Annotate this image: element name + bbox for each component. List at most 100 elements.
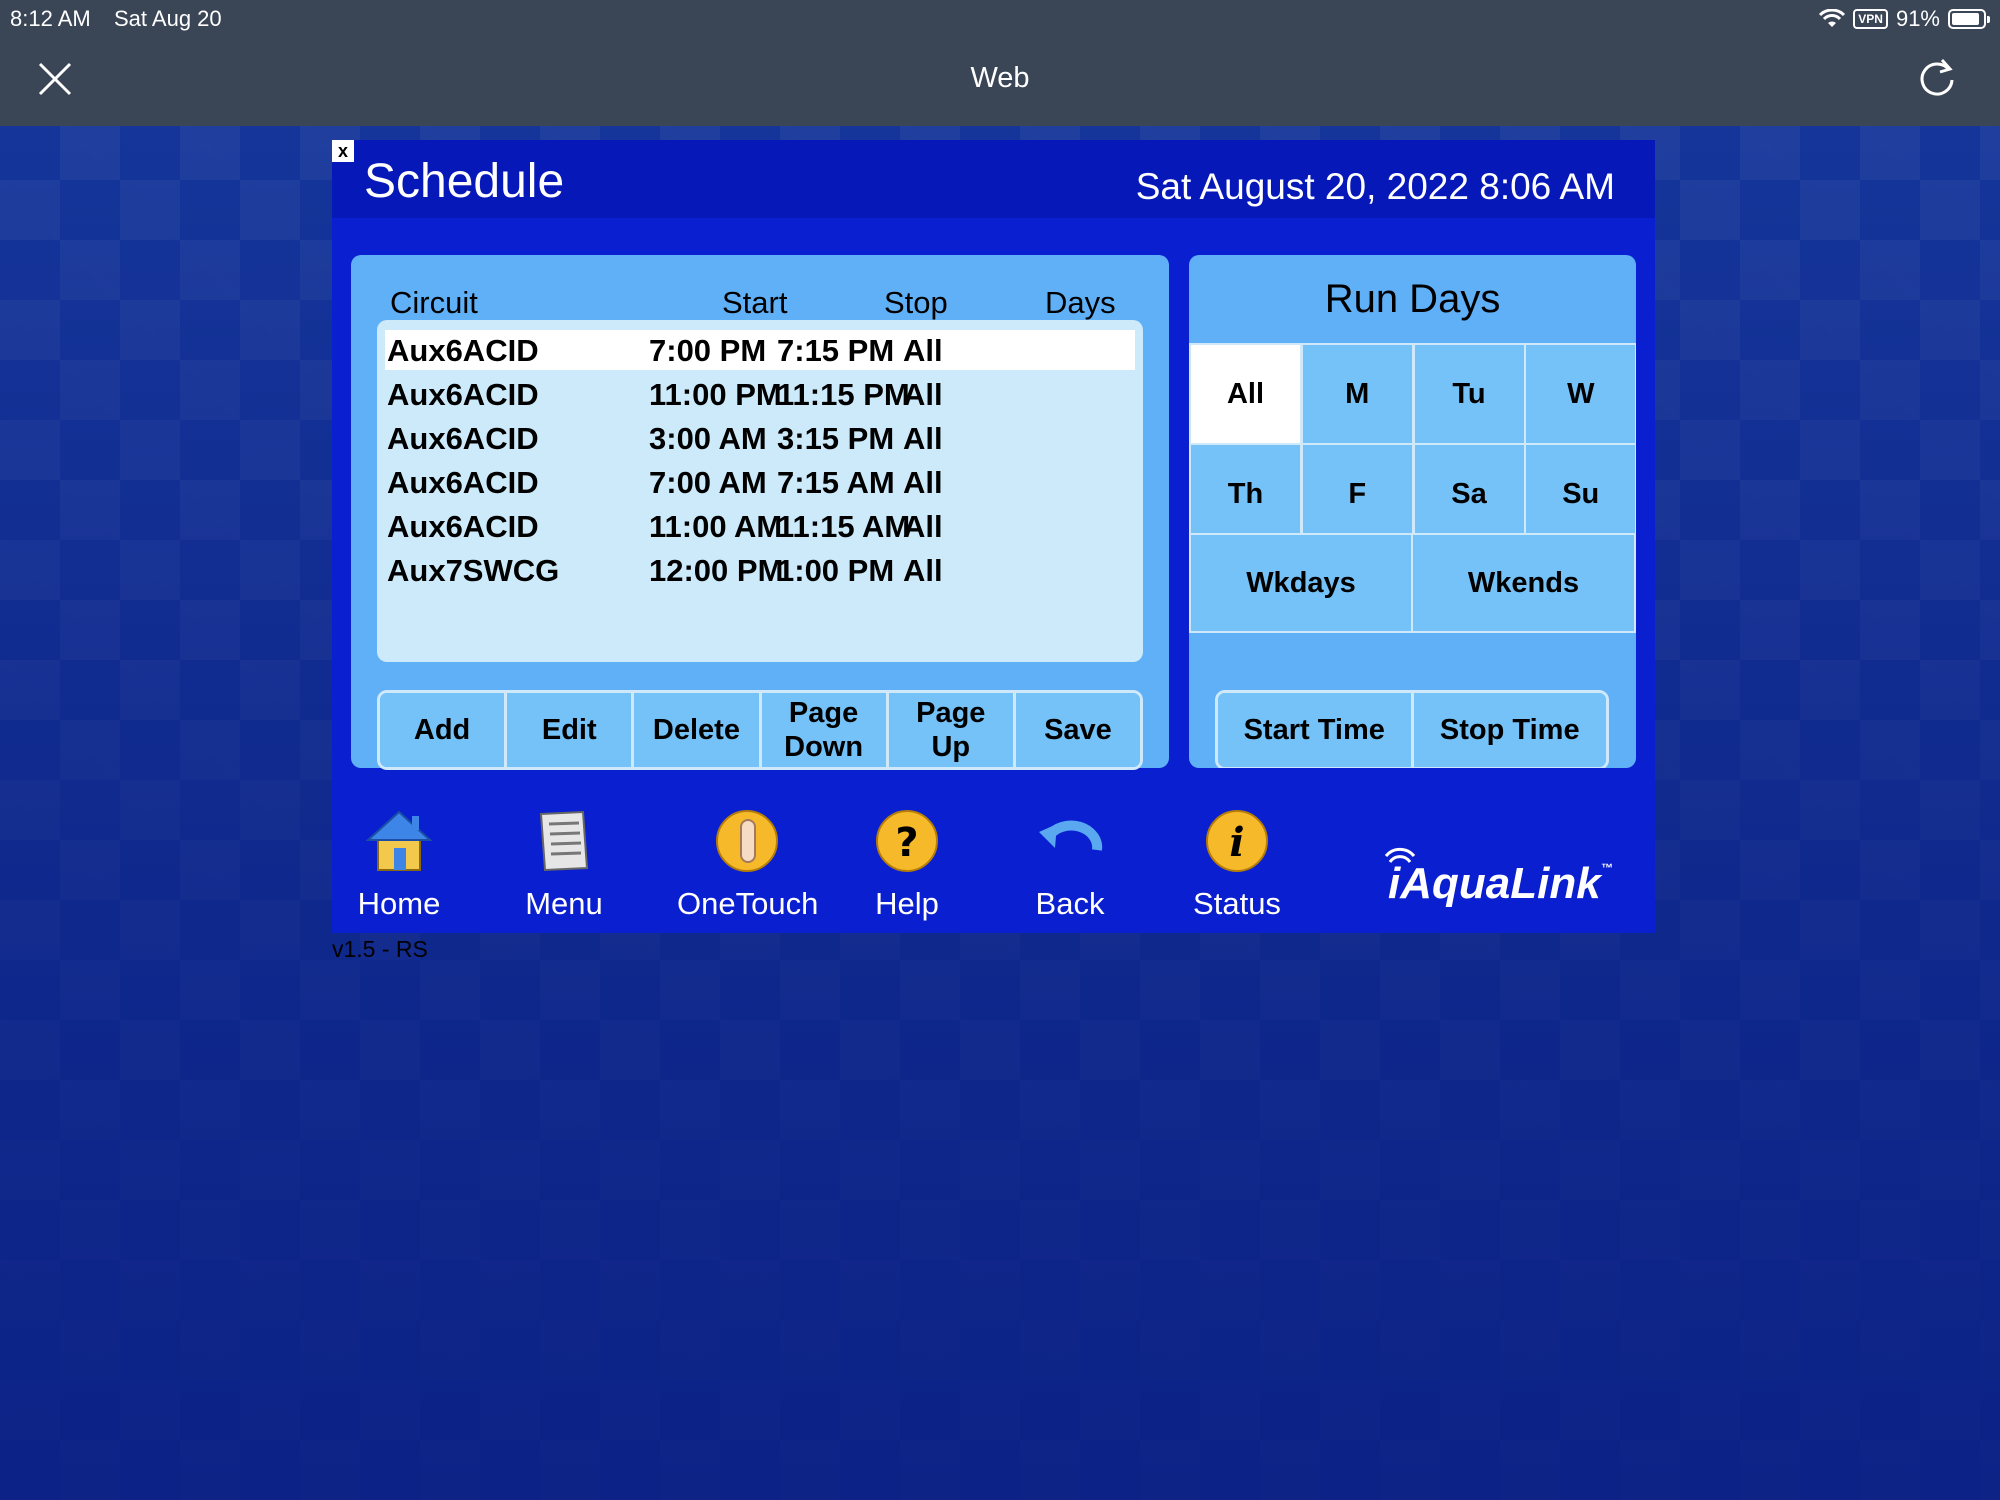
day-button-sa[interactable]: Sa xyxy=(1412,443,1526,545)
table-row[interactable]: Aux6ACID 7:00 PM 7:15 PM All xyxy=(385,330,1135,370)
page-down-label-1: Page xyxy=(788,697,859,729)
row-circuit: Aux6ACID xyxy=(387,509,539,544)
schedule-list: Aux6ACID 7:00 PM 7:15 PM All Aux6ACID 11:00 P… xyxy=(377,320,1143,662)
row-circuit: Aux6ACID xyxy=(387,421,539,456)
svg-text:i: i xyxy=(1229,819,1244,866)
stop-time-button[interactable]: Stop Time xyxy=(1413,693,1606,767)
day-button-f[interactable]: F xyxy=(1300,443,1414,545)
nav-status-label: Status xyxy=(1193,886,1281,921)
row-start: 11:00 PM xyxy=(649,377,782,412)
row-stop: 1:00 PM xyxy=(777,553,895,588)
svg-text:?: ? xyxy=(895,820,918,866)
save-button[interactable]: Save xyxy=(1015,693,1140,767)
column-header-circuit: Circuit xyxy=(390,285,478,320)
day-button-th[interactable]: Th xyxy=(1189,443,1302,545)
page-up-button[interactable]: Page Up xyxy=(888,693,1016,767)
battery-percent: 91% xyxy=(1895,6,1940,31)
iaqualink-logo: iAquaLink™ xyxy=(1384,847,1613,908)
browser-topbar: 8:12 AM Sat Aug 20 VPN 91% Web xyxy=(0,0,2000,126)
status-indicators: VPN 91% xyxy=(1819,6,1990,32)
panel-header: x Schedule Sat August 20, 2022 8:06 AM xyxy=(332,140,1655,218)
row-days: All xyxy=(903,333,943,368)
day-button-all[interactable]: All xyxy=(1189,343,1302,445)
row-start: 7:00 PM xyxy=(649,333,767,368)
row-circuit: Aux6ACID xyxy=(387,377,539,412)
day-button-w[interactable]: W xyxy=(1524,343,1636,445)
weekdays-button[interactable]: Wkdays xyxy=(1189,533,1413,633)
column-header-days: Days xyxy=(1045,285,1116,320)
row-start: 12:00 PM xyxy=(649,553,784,588)
row-days: All xyxy=(903,377,943,412)
nav-onetouch-label: OneTouch xyxy=(677,886,819,921)
table-row[interactable]: Aux6ACID 11:00 PM 11:15 PM All xyxy=(385,374,1135,414)
edit-button[interactable]: Edit xyxy=(507,693,635,767)
help-icon: ? xyxy=(876,810,938,872)
add-button[interactable]: Add xyxy=(380,693,508,767)
menu-icon xyxy=(539,810,589,872)
day-button-su[interactable]: Su xyxy=(1524,443,1636,545)
row-circuit: Aux6ACID xyxy=(387,465,539,500)
table-row[interactable]: Aux6ACID 7:00 AM 7:15 AM All xyxy=(385,462,1135,502)
table-row[interactable]: Aux7SWCG 12:00 PM 1:00 PM All xyxy=(385,550,1135,590)
nav-menu-label: Menu xyxy=(525,886,603,921)
nav-back[interactable]: Back xyxy=(1000,800,1140,933)
row-stop: 11:15 PM xyxy=(777,377,910,412)
column-header-start: Start xyxy=(722,285,788,320)
day-button-tu[interactable]: Tu xyxy=(1412,343,1526,445)
row-circuit: Aux6ACID xyxy=(387,333,539,368)
time-button-bar: Start Time Stop Time xyxy=(1215,690,1609,768)
browser-title: Web xyxy=(970,62,1030,94)
row-days: All xyxy=(903,509,943,544)
page-title: Schedule xyxy=(364,155,565,208)
weekends-button[interactable]: Wkends xyxy=(1411,533,1636,633)
back-arrow-icon xyxy=(1039,820,1103,851)
run-days-title: Run Days xyxy=(1324,277,1501,321)
panel-close-button[interactable]: x xyxy=(332,140,354,162)
touch-finger-icon xyxy=(716,810,778,872)
row-stop: 3:15 PM xyxy=(777,421,895,456)
row-start: 3:00 AM xyxy=(649,421,767,456)
row-start: 7:00 AM xyxy=(649,465,767,500)
page-down-button[interactable]: Page Down xyxy=(761,693,889,767)
info-icon: i xyxy=(1206,810,1268,872)
schedule-button-bar: Add Edit Delete Page Down Page Up Save xyxy=(377,690,1143,770)
page-down-label-2: Down xyxy=(784,731,864,763)
nav-home[interactable]: Home xyxy=(329,800,469,933)
row-days: All xyxy=(903,465,943,500)
battery-icon xyxy=(1948,9,1990,29)
day-button-m[interactable]: M xyxy=(1300,343,1414,445)
row-circuit: Aux7SWCG xyxy=(387,553,560,588)
row-start: 11:00 AM xyxy=(649,509,783,544)
delete-button[interactable]: Delete xyxy=(634,693,762,767)
svg-text:iAquaLink™: iAquaLink™ xyxy=(1388,859,1613,908)
run-days-card: Run Days All M Tu W Th F Sa Su Wkdays Wkends St… xyxy=(1189,255,1636,768)
status-date: Sat Aug 20 xyxy=(114,6,222,31)
column-header-stop: Stop xyxy=(884,285,948,320)
start-time-button[interactable]: Start Time xyxy=(1218,693,1414,767)
schedule-card: Circuit Start Stop Days Aux6ACID 7:00 PM 7… xyxy=(351,255,1169,770)
nav-back-label: Back xyxy=(1035,886,1105,921)
page-up-label-2: Up xyxy=(931,731,971,763)
bottom-nav: Home Menu OneTouch ? Help Back i Status … xyxy=(332,800,1655,933)
reload-icon[interactable] xyxy=(1916,56,1958,98)
aqualink-panel: x Schedule Sat August 20, 2022 8:06 AM C… xyxy=(332,140,1655,933)
row-days: All xyxy=(903,421,943,456)
page-up-label-1: Page xyxy=(916,697,986,729)
status-time: 8:12 AM xyxy=(10,6,91,31)
nav-help[interactable]: ? Help xyxy=(837,800,977,933)
vpn-badge: VPN xyxy=(1853,9,1888,29)
table-row[interactable]: Aux6ACID 3:00 AM 3:15 PM All xyxy=(385,418,1135,458)
row-days: All xyxy=(903,553,943,588)
nav-onetouch[interactable]: OneTouch xyxy=(677,800,819,933)
nav-menu[interactable]: Menu xyxy=(494,800,634,933)
nav-home-label: Home xyxy=(357,886,441,921)
panel-datetime: Sat August 20, 2022 8:06 AM xyxy=(1135,166,1615,207)
row-stop: 7:15 PM xyxy=(777,333,895,368)
home-icon xyxy=(365,810,433,871)
nav-help-label: Help xyxy=(875,886,939,921)
nav-status[interactable]: i Status xyxy=(1167,800,1307,933)
wifi-icon xyxy=(1819,9,1846,27)
table-row[interactable]: Aux6ACID 11:00 AM 11:15 AM All xyxy=(385,506,1135,546)
version-label: v1.5 - RS xyxy=(332,936,428,962)
row-stop: 7:15 AM xyxy=(777,465,895,500)
